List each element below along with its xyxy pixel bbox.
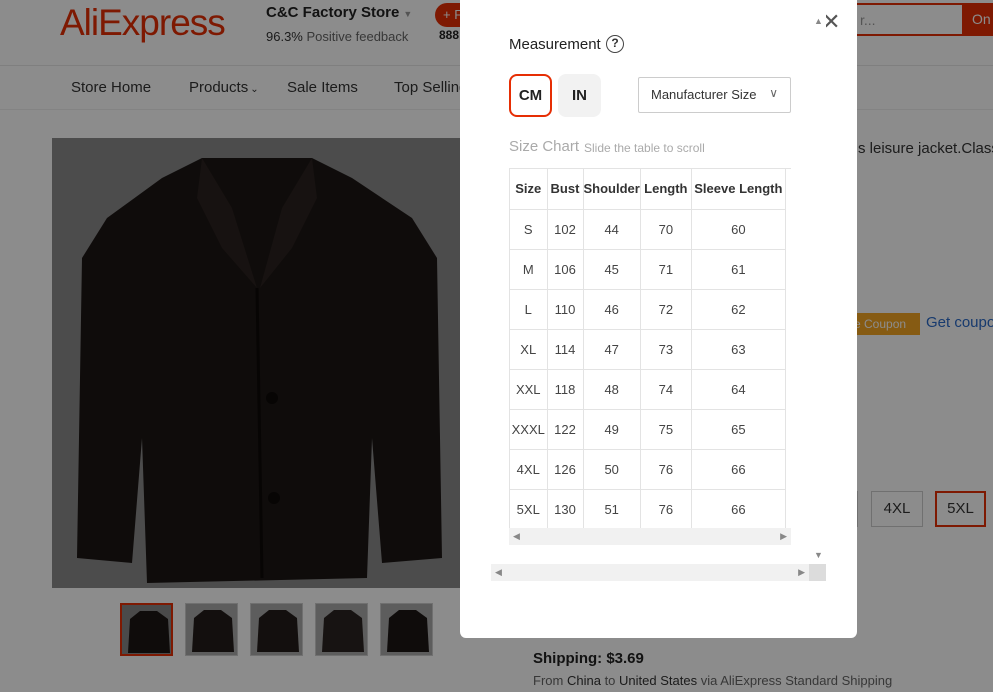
column-header: Sleeve Length: [691, 169, 786, 210]
table-cell: M: [510, 249, 548, 290]
table-cell: 102: [547, 209, 584, 250]
table-cell: L: [510, 289, 548, 330]
table-cell: 62: [691, 289, 786, 330]
unit-in-button[interactable]: IN: [558, 74, 601, 117]
column-header: Shoulder: [583, 169, 641, 210]
column-header: Length: [640, 169, 692, 210]
table-cell: 66: [691, 449, 786, 490]
table-cell: 114: [547, 329, 584, 370]
table-cell: 66: [691, 489, 786, 528]
table-header-row: Size Bust Shoulder Length Sleeve Length: [510, 169, 786, 210]
table-cell: 75: [640, 409, 692, 450]
help-icon[interactable]: ?: [606, 35, 624, 53]
table-row: M 106 45 71 61: [510, 249, 786, 290]
table-cell: 46: [583, 289, 641, 330]
table-cell: 106: [547, 249, 584, 290]
scroll-right-icon[interactable]: ▶: [798, 567, 805, 578]
table-cell: 4XL: [510, 449, 548, 490]
chevron-down-icon: ∨: [769, 86, 778, 100]
column-header: Bust: [547, 169, 584, 210]
table-cell: XXL: [510, 369, 548, 410]
table-row: S 102 44 70 60: [510, 209, 786, 250]
table-cell: 65: [691, 409, 786, 450]
table-cell: XL: [510, 329, 548, 370]
table-row: XXXL 122 49 75 65: [510, 409, 786, 450]
size-type-select[interactable]: Manufacturer Size ∨: [638, 77, 791, 113]
scroll-down-icon[interactable]: ▼: [814, 550, 823, 560]
table-horizontal-scrollbar[interactable]: ◀ ▶: [509, 528, 791, 545]
size-chart-table-container[interactable]: Size Bust Shoulder Length Sleeve Length …: [509, 168, 791, 528]
dialog-horizontal-scrollbar[interactable]: ◀ ▶: [491, 564, 809, 581]
table-row: XL 114 47 73 63: [510, 329, 786, 370]
size-type-value: Manufacturer Size: [651, 87, 757, 102]
table-cell: 130: [547, 489, 584, 528]
table-row: XXL 118 48 74 64: [510, 369, 786, 410]
scroll-left-icon[interactable]: ◀: [495, 567, 502, 578]
scroll-up-icon[interactable]: ▲: [814, 16, 823, 26]
table-cell: 122: [547, 409, 584, 450]
table-row: 5XL 130 51 76 66: [510, 489, 786, 528]
table-cell: 45: [583, 249, 641, 290]
size-chart-hint: Slide the table to scroll: [584, 141, 705, 155]
table-cell: 74: [640, 369, 692, 410]
table-cell: 118: [547, 369, 584, 410]
table-cell: 5XL: [510, 489, 548, 528]
table-cell: 60: [691, 209, 786, 250]
table-cell: 71: [640, 249, 692, 290]
table-cell: 73: [640, 329, 692, 370]
table-cell: 61: [691, 249, 786, 290]
table-row: 4XL 126 50 76 66: [510, 449, 786, 490]
dialog-vertical-scrollbar[interactable]: ▲ ▼: [809, 14, 826, 564]
scroll-left-icon[interactable]: ◀: [513, 531, 520, 542]
table-cell: 48: [583, 369, 641, 410]
table-cell: 110: [547, 289, 584, 330]
table-cell: 47: [583, 329, 641, 370]
table-cell: 76: [640, 489, 692, 528]
table-cell: 126: [547, 449, 584, 490]
table-cell: 70: [640, 209, 692, 250]
table-cell: 50: [583, 449, 641, 490]
table-cell: 49: [583, 409, 641, 450]
column-header: Size: [510, 169, 548, 210]
unit-cm-button[interactable]: CM: [509, 74, 552, 117]
table-row: L 110 46 72 62: [510, 289, 786, 330]
table-cell: S: [510, 209, 548, 250]
table-cell: 64: [691, 369, 786, 410]
scroll-right-icon[interactable]: ▶: [780, 531, 787, 542]
scrollbar-corner: [809, 564, 826, 581]
table-cell: 72: [640, 289, 692, 330]
table-cell: 51: [583, 489, 641, 528]
table-cell: 44: [583, 209, 641, 250]
dialog-title: Measurement: [509, 36, 601, 53]
table-cell: 76: [640, 449, 692, 490]
table-cell: 63: [691, 329, 786, 370]
table-cell: XXXL: [510, 409, 548, 450]
size-chart-table: Size Bust Shoulder Length Sleeve Length …: [510, 169, 786, 528]
size-chart-label: Size Chart: [509, 138, 580, 155]
